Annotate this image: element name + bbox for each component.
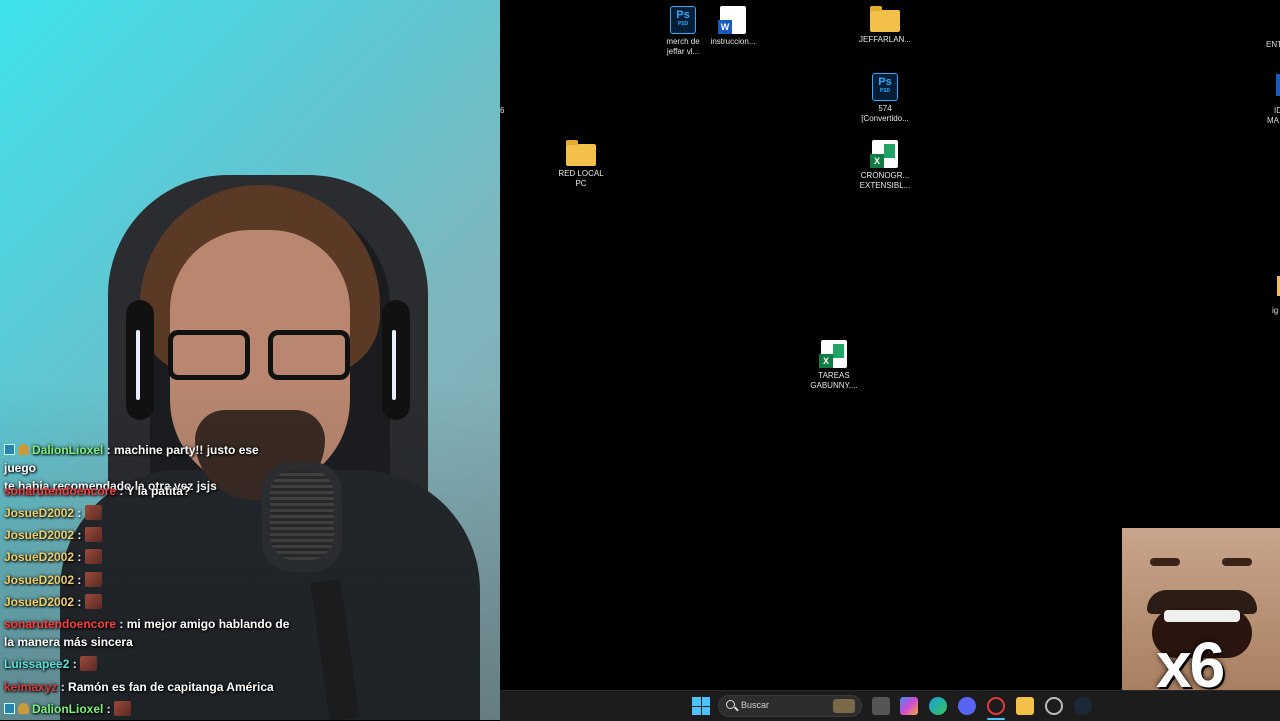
search-box[interactable]: Buscar: [718, 695, 862, 717]
chat-username: JosueD2002: [4, 506, 75, 520]
chat-emote-icon: [114, 701, 132, 716]
taskbar: Buscar: [500, 690, 1280, 721]
chat-text: :: [74, 595, 85, 609]
meme-overlay: x6: [1122, 528, 1280, 710]
edge-icon[interactable]: [929, 697, 947, 715]
search-placeholder: Buscar: [741, 700, 770, 710]
chat-username: keimaxyz: [4, 680, 58, 694]
task-view-icon[interactable]: [872, 697, 890, 715]
chat-text: : Y la patita?: [116, 484, 191, 498]
desktop-icon-cronograma[interactable]: X CRONOGR... EXTENSIBL...: [850, 140, 920, 191]
chat-text: :: [74, 506, 85, 520]
chat-emote-icon: [80, 656, 98, 671]
chat-username: Luissapee2: [4, 657, 70, 671]
chat-message: JosueD2002 :: [4, 571, 294, 589]
excel-file-icon: X: [819, 340, 847, 368]
desktop-icon-574[interactable]: Ps PSD 574 [Convertido...: [850, 73, 920, 124]
chat-username: DalionLioxel: [32, 702, 104, 716]
chat-message: keimaxyz : Ramón es fan de capitanga Amé…: [4, 678, 294, 696]
chat-text-continued: la manera más sincera: [4, 635, 133, 649]
chat-emote-icon: [84, 505, 102, 520]
chat-emote-icon: [84, 549, 102, 564]
chat-text: :: [74, 573, 85, 587]
chat-username: sonarutendoencore: [4, 484, 117, 498]
webcam-feed: [0, 0, 500, 720]
chat-text: : mi mejor amigo hablando de: [116, 617, 290, 631]
chat-emote-icon: [84, 527, 102, 542]
chat-text: :: [74, 528, 85, 542]
chat-message: DalionLioxel :: [4, 700, 294, 718]
chat-username: JosueD2002: [4, 528, 75, 542]
word-file-icon-partial: [1276, 74, 1280, 96]
edge-label: MA: [1267, 116, 1279, 125]
chat-message: sonarutendoencore : Y la patita?: [4, 482, 294, 500]
desktop-icon-jeffarlan[interactable]: JEFFARLAN...: [850, 6, 920, 45]
photoshop-file-icon: Ps PSD: [872, 73, 898, 101]
chat-username: JosueD2002: [4, 573, 75, 587]
file-explorer-icon[interactable]: [1016, 697, 1034, 715]
subscriber-badge-icon: [4, 444, 15, 455]
desktop-icon-instrucciones[interactable]: W instruccion...: [698, 6, 768, 47]
steam-icon[interactable]: [1074, 697, 1092, 715]
folder-icon: [870, 6, 900, 32]
word-file-icon: W: [718, 6, 746, 34]
discord-icon[interactable]: [958, 697, 976, 715]
desktop-icon-red-local[interactable]: RED LOCAL PC: [546, 140, 616, 189]
excel-file-icon: X: [870, 140, 898, 168]
chat-message: sonarutendoencore : mi mejor amigo habla…: [4, 615, 294, 651]
glasses: [168, 330, 353, 382]
chat-username: sonarutendoencore: [4, 617, 117, 631]
chat-username: DalionLioxel: [32, 443, 104, 457]
chat-text: :: [69, 657, 81, 671]
chrome-icon[interactable]: [1045, 697, 1063, 715]
vip-badge-icon: [18, 703, 29, 714]
vip-badge-icon: [18, 444, 29, 455]
subscriber-badge-icon: [4, 703, 15, 714]
chat-message: JosueD2002 :: [4, 548, 294, 566]
copilot-icon[interactable]: [900, 697, 918, 715]
chat-username: JosueD2002: [4, 550, 75, 564]
desktop-icon-tareas[interactable]: X TAREAS GABUNNY....: [799, 340, 869, 391]
folder-icon: [566, 140, 596, 166]
chat-text: :: [103, 702, 115, 716]
chat-message: JosueD2002 :: [4, 526, 294, 544]
chat-text: : Ramón es fan de capitanga América: [57, 680, 274, 694]
photoshop-file-icon: Ps PSD: [670, 6, 696, 34]
chat-username: JosueD2002: [4, 595, 75, 609]
chat-message: JosueD2002 :: [4, 593, 294, 611]
search-icon: [726, 700, 735, 709]
windows-start-icon[interactable]: [692, 697, 710, 715]
chat-emote-icon: [84, 572, 102, 587]
search-highlight-icon: [833, 699, 855, 713]
edge-label: ID: [1274, 106, 1280, 115]
chat-text: :: [74, 550, 85, 564]
edge-label: ig: [1272, 306, 1279, 315]
edge-label: ENT: [1266, 40, 1280, 49]
opera-gx-icon[interactable]: [987, 697, 1005, 715]
chat-message: JosueD2002 :: [4, 504, 294, 522]
edge-label: 6: [500, 106, 505, 115]
chat-emote-icon: [84, 594, 102, 609]
chat-message: Luissapee2 :: [4, 655, 294, 673]
